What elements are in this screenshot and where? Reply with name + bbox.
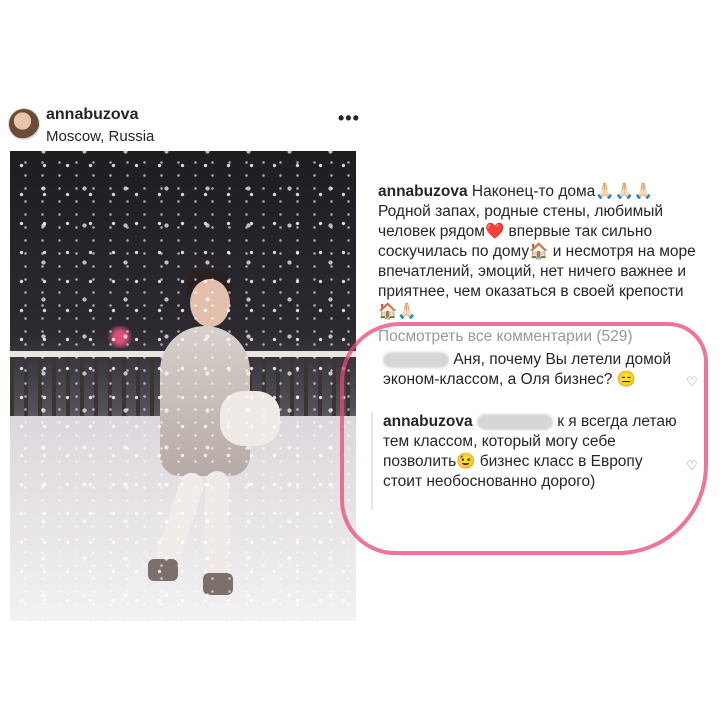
more-options-icon[interactable]: •••: [338, 108, 360, 129]
caption-username[interactable]: annabuzova: [378, 183, 468, 200]
comment-reply-item: annabuzova к я всегда летаю тем классом,…: [383, 412, 683, 492]
reply-thread-bar: [371, 412, 373, 510]
post-header: annabuzova Moscow, Russia •••: [8, 104, 360, 150]
comment-item: Аня, почему Вы летели домой эконом-класс…: [383, 350, 683, 390]
post-username[interactable]: annabuzova: [46, 106, 138, 124]
post-caption: annabuzova Наконец-то дома🙏🏻🙏🏻🙏🏻 Родной …: [378, 182, 700, 322]
post-photo[interactable]: [10, 151, 356, 621]
photo-snowfall: [10, 151, 356, 621]
avatar[interactable]: [8, 108, 40, 140]
reply-username[interactable]: annabuzova: [383, 413, 473, 430]
like-heart-icon[interactable]: ♡: [686, 374, 698, 390]
like-heart-icon[interactable]: ♡: [686, 458, 698, 474]
caption-text: Наконец-то дома🙏🏻🙏🏻🙏🏻 Родной запах, родн…: [378, 183, 696, 320]
redacted-username: [383, 351, 449, 368]
post-location[interactable]: Moscow, Russia: [46, 128, 154, 145]
view-all-comments-link[interactable]: Посмотреть все комментарии (529): [378, 328, 633, 346]
redacted-mention: [476, 413, 553, 430]
